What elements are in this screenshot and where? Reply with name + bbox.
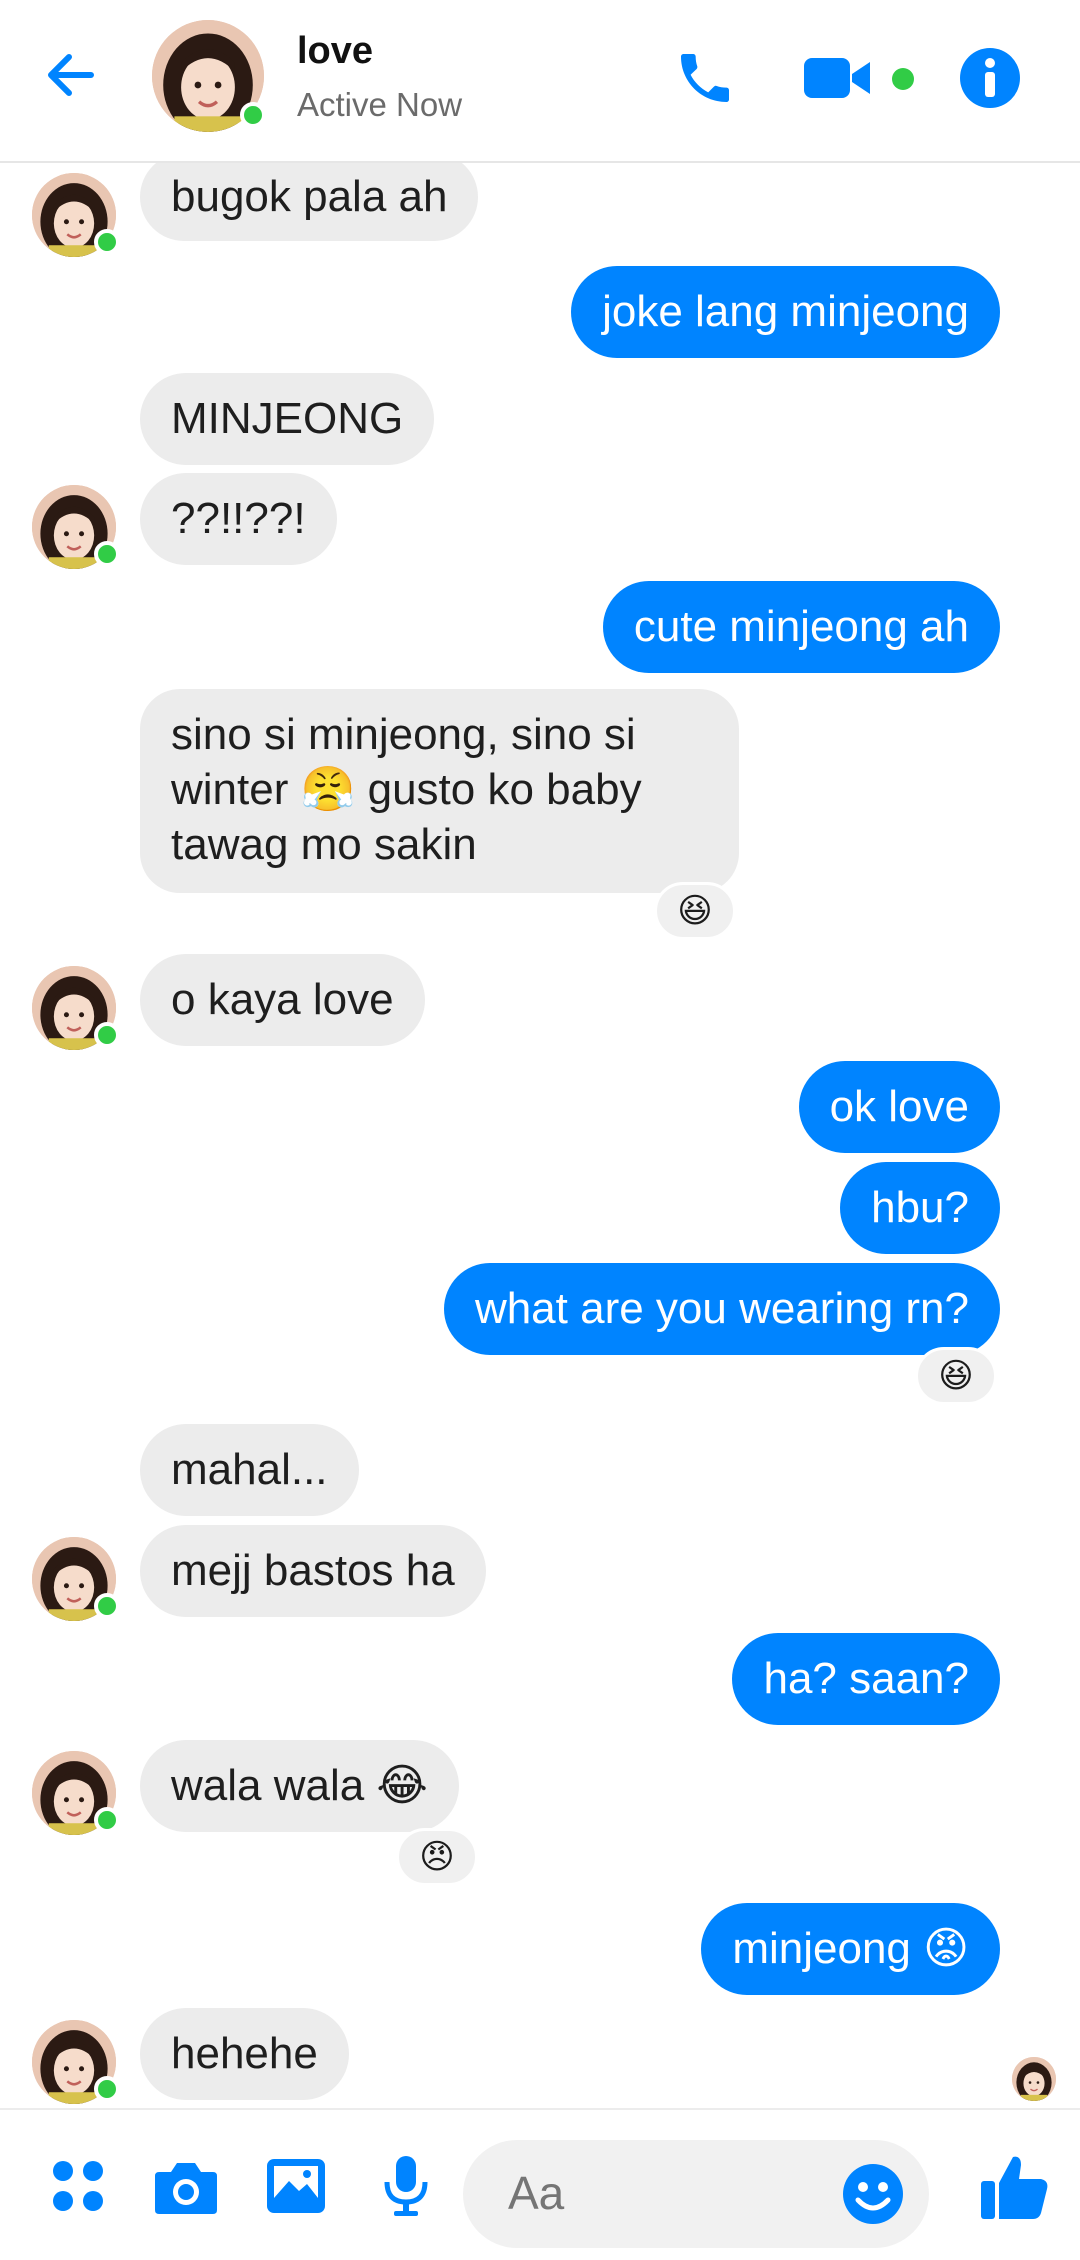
phone-icon xyxy=(681,54,729,102)
online-indicator xyxy=(94,2076,120,2102)
video-camera-icon xyxy=(804,58,870,98)
message-bubble-incoming[interactable]: MINJEONG xyxy=(140,373,435,465)
message-composer xyxy=(0,2108,1080,2260)
message-bubble-incoming[interactable]: mejj bastos ha xyxy=(140,1525,486,1617)
online-indicator xyxy=(94,541,120,567)
message-bubble-incoming[interactable]: wala wala 😂 xyxy=(140,1740,459,1832)
message-bubble-incoming[interactable]: mahal... xyxy=(140,1424,359,1516)
contact-status: Active Now xyxy=(297,86,463,123)
contact-avatar-small[interactable] xyxy=(32,173,120,257)
voice-record-button[interactable] xyxy=(368,2148,444,2224)
voice-call-button[interactable] xyxy=(665,38,745,118)
message-reaction[interactable]: 😆 xyxy=(915,1347,997,1405)
read-receipt-avatar xyxy=(1012,2057,1056,2101)
message-bubble-incoming[interactable]: bugok pala ah xyxy=(140,163,479,241)
like-button[interactable] xyxy=(970,2142,1060,2232)
message-bubble-outgoing[interactable]: minjeong 😡 xyxy=(701,1903,1000,1995)
contact-avatar-small[interactable] xyxy=(32,1751,120,1835)
contact-avatar-small[interactable] xyxy=(32,1537,120,1621)
camera-icon xyxy=(155,2163,217,2214)
message-bubble-outgoing[interactable]: hbu? xyxy=(840,1162,1000,1254)
gallery-button[interactable] xyxy=(258,2148,334,2224)
online-indicator xyxy=(94,1022,120,1048)
microphone-icon xyxy=(384,2156,428,2216)
contact-name[interactable]: love xyxy=(297,30,373,73)
message-bubble-outgoing[interactable]: ok love xyxy=(798,1061,1000,1153)
message-input-container[interactable] xyxy=(463,2140,929,2248)
gallery-icon xyxy=(267,2159,325,2213)
angry-emoji-icon: 😠 xyxy=(419,1838,455,1876)
message-bubble-incoming[interactable]: o kaya love xyxy=(140,954,425,1046)
menu-icon xyxy=(53,2161,103,2211)
message-reaction[interactable]: 😠 xyxy=(396,1828,478,1886)
contact-avatar-small[interactable] xyxy=(32,485,120,569)
laughing-emoji-icon: 😆 xyxy=(938,1357,974,1395)
conversation-header: love Active Now xyxy=(0,0,1080,163)
laughing-emoji-icon: 😆 xyxy=(677,892,713,930)
online-indicator xyxy=(94,1807,120,1833)
info-button[interactable] xyxy=(950,38,1030,118)
online-indicator xyxy=(240,102,266,128)
message-bubble-incoming[interactable]: hehehe xyxy=(140,2008,349,2100)
message-bubble-incoming[interactable]: ??!!??! xyxy=(140,473,337,565)
online-indicator xyxy=(94,1593,120,1619)
message-bubble-incoming[interactable]: sino si minjeong, sino si winter 😤 gusto… xyxy=(140,689,739,893)
emoji-button[interactable] xyxy=(839,2160,907,2228)
message-reaction[interactable]: 😆 xyxy=(654,882,736,940)
more-actions-button[interactable] xyxy=(40,2148,116,2224)
message-list[interactable]: bugok pala ah joke lang minjeong MINJEON… xyxy=(0,163,1080,2108)
contact-avatar[interactable] xyxy=(152,20,266,132)
info-icon xyxy=(960,48,1020,108)
message-bubble-outgoing[interactable]: cute minjeong ah xyxy=(602,581,1000,673)
back-button[interactable] xyxy=(36,40,106,110)
message-bubble-outgoing[interactable]: what are you wearing rn? xyxy=(443,1263,1000,1355)
emoji-icon xyxy=(843,2164,903,2224)
thumbs-up-icon xyxy=(981,2156,1048,2219)
online-indicator xyxy=(94,229,120,255)
contact-avatar-small[interactable] xyxy=(32,966,120,1050)
message-bubble-outgoing[interactable]: ha? saan? xyxy=(732,1633,1000,1725)
camera-button[interactable] xyxy=(148,2148,224,2224)
message-bubble-outgoing[interactable]: joke lang minjeong xyxy=(571,266,1000,358)
video-active-dot xyxy=(892,68,914,90)
message-input[interactable] xyxy=(508,2166,808,2220)
back-arrow-icon xyxy=(48,54,94,96)
contact-avatar-small[interactable] xyxy=(32,2020,120,2104)
video-call-button[interactable] xyxy=(798,38,878,118)
